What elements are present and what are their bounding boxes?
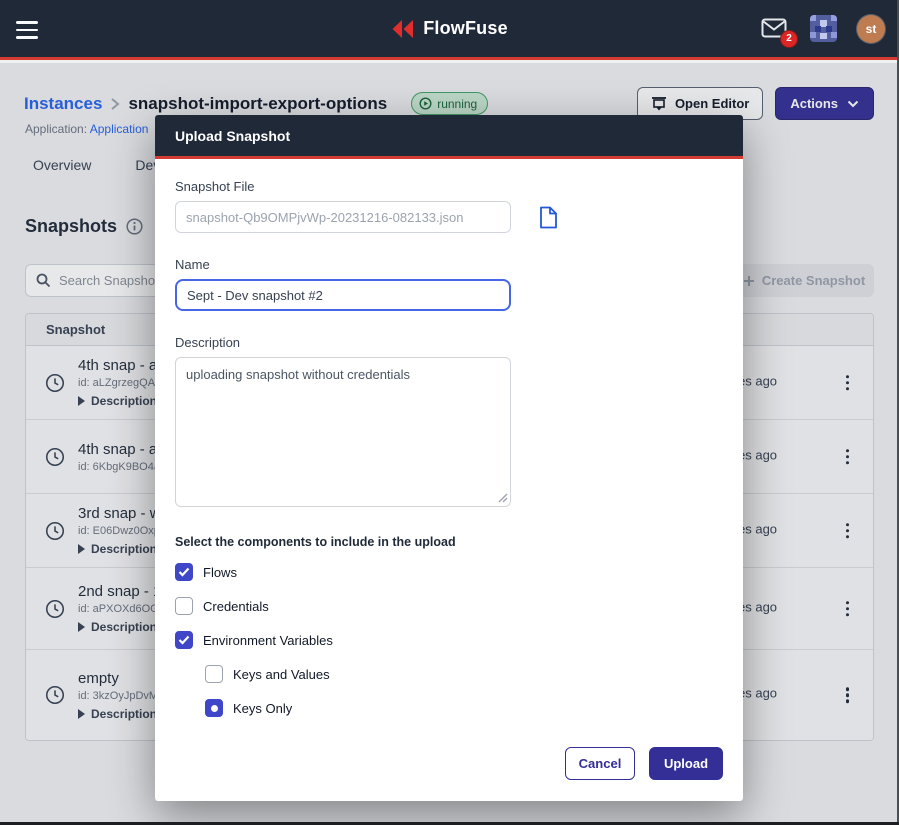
notifications-button[interactable]: 2 (760, 16, 790, 42)
radio-dot-icon (211, 705, 218, 712)
notification-badge: 2 (781, 31, 797, 47)
user-avatar[interactable]: st (857, 15, 885, 43)
option-label: Keys and Values (233, 667, 330, 682)
app-window: FlowFuse 2 st (0, 0, 899, 825)
file-icon (538, 205, 559, 230)
option-flows[interactable]: Flows (175, 561, 723, 583)
menu-icon (16, 21, 38, 24)
keys-and-values-checkbox[interactable] (205, 665, 223, 683)
dialog-body: Snapshot File Name Description uploading… (155, 159, 743, 798)
description-label: Description (175, 335, 723, 350)
snapshot-file-row (175, 201, 723, 233)
brand-name: FlowFuse (423, 18, 508, 39)
option-label: Credentials (203, 599, 269, 614)
components-label: Select the components to include in the … (175, 535, 723, 549)
description-textarea[interactable]: uploading snapshot without credentials (175, 357, 511, 507)
dialog-footer: Cancel Upload (565, 747, 723, 780)
navbar-actions: 2 st (760, 0, 885, 57)
keys-only-radio[interactable] (205, 699, 223, 717)
dialog-title: Upload Snapshot (175, 128, 290, 144)
option-label: Flows (203, 565, 237, 580)
snapshot-file-input (175, 201, 511, 233)
flows-checkbox[interactable] (175, 563, 193, 581)
check-icon (178, 635, 190, 645)
option-keys-and-values[interactable]: Keys and Values (205, 663, 723, 685)
option-label: Environment Variables (203, 633, 333, 648)
name-input[interactable] (175, 279, 511, 311)
cancel-button[interactable]: Cancel (565, 747, 635, 780)
team-avatar[interactable] (810, 15, 837, 42)
team-avatar-icon (810, 15, 837, 42)
option-label: Keys Only (233, 701, 292, 716)
snapshot-file-label: Snapshot File (175, 179, 723, 194)
option-credentials[interactable]: Credentials (175, 595, 723, 617)
credentials-checkbox[interactable] (175, 597, 193, 615)
option-environment-variables[interactable]: Environment Variables (175, 629, 723, 651)
name-label: Name (175, 257, 723, 272)
upload-button[interactable]: Upload (649, 747, 723, 780)
menu-button[interactable] (16, 18, 42, 42)
check-icon (178, 567, 190, 577)
dialog-header: Upload Snapshot (155, 115, 743, 159)
option-keys-only[interactable]: Keys Only (205, 697, 723, 719)
choose-file-button[interactable] (536, 203, 561, 232)
upload-snapshot-dialog: Upload Snapshot Snapshot File Name Descr… (155, 115, 743, 801)
top-navbar: FlowFuse 2 st (0, 0, 899, 60)
environment-variables-checkbox[interactable] (175, 631, 193, 649)
description-wrap: uploading snapshot without credentials (175, 357, 511, 507)
flowfuse-logo-icon (391, 17, 415, 41)
